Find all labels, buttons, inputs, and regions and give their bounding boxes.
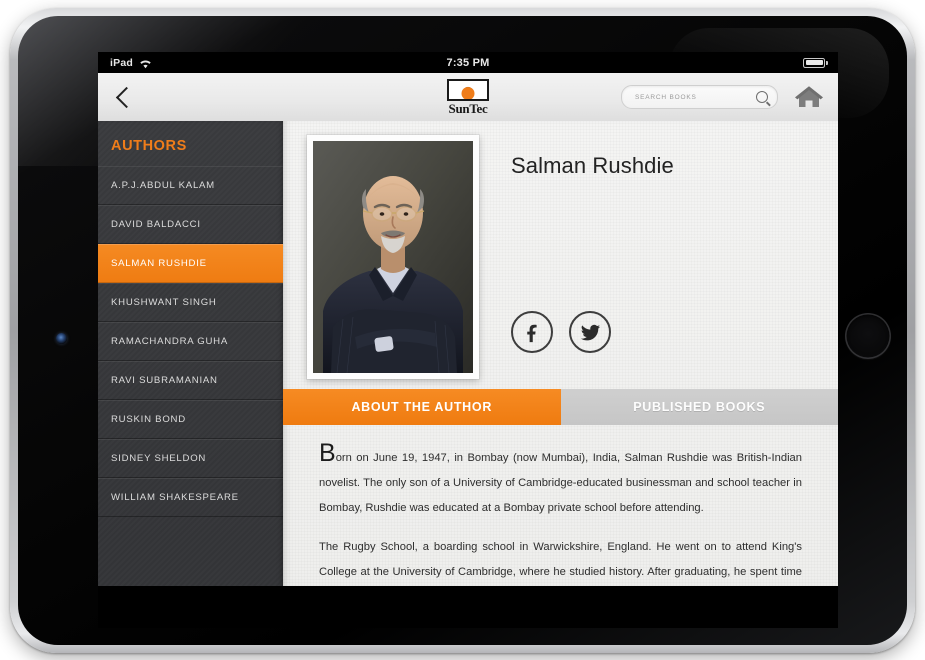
sidebar-item-author-0[interactable]: A.P.J.ABDUL KALAM	[98, 166, 283, 205]
sun-disc	[461, 87, 475, 99]
screenshot-root: iPad 7:35 PM SunTec SEARCH BOOKS AUTHORS…	[0, 0, 925, 660]
front-camera-icon	[56, 333, 67, 344]
suntec-logo[interactable]: SunTec	[443, 78, 493, 116]
sidebar-item-author-2[interactable]: SALMAN RUSHDIE	[98, 244, 283, 283]
author-hero: Salman Rushdie	[283, 121, 838, 389]
author-photo-frame	[307, 135, 479, 379]
suntec-sun-logo-icon	[447, 79, 489, 101]
search-input[interactable]	[633, 92, 749, 102]
app-body: AUTHORS A.P.J.ABDUL KALAM DAVID BALDACCI…	[98, 121, 838, 628]
twitter-icon[interactable]	[569, 311, 611, 353]
ios-status-bar: iPad 7:35 PM	[98, 52, 838, 73]
back-chevron-icon	[115, 86, 137, 108]
about-paragraph-1: Born on June 19, 1947, in Bombay (now Mu…	[319, 439, 802, 514]
author-name: Salman Rushdie	[511, 153, 674, 178]
sidebar-title: AUTHORS	[111, 138, 187, 154]
device-home-button[interactable]	[845, 313, 891, 359]
sidebar-item-author-7[interactable]: SIDNEY SHELDON	[98, 439, 283, 478]
sidebar-item-author-6[interactable]: RUSKIN BOND	[98, 400, 283, 439]
sidebar-item-author-5[interactable]: RAVI SUBRAMANIAN	[98, 361, 283, 400]
facebook-icon[interactable]	[511, 311, 553, 353]
back-button[interactable]	[112, 82, 140, 112]
sidebar-item-author-1[interactable]: DAVID BALDACCI	[98, 205, 283, 244]
tab-published-books[interactable]: PUBLISHED BOOKS	[560, 389, 838, 425]
logo-wordmark: SunTec	[448, 101, 488, 116]
tablet-screen: iPad 7:35 PM SunTec SEARCH BOOKS AUTHORS…	[98, 52, 838, 628]
home-icon[interactable]	[794, 84, 824, 110]
search-box[interactable]	[621, 85, 778, 109]
tablet-device-frame: iPad 7:35 PM SunTec SEARCH BOOKS AUTHORS…	[10, 8, 915, 653]
sidebar-item-author-8[interactable]: WILLIAM SHAKESPEARE	[98, 478, 283, 517]
battery-icon	[803, 57, 828, 68]
author-detail-panel: Salman Rushdie ABOUT THE AUTHOR PUBLISHE…	[283, 121, 838, 628]
content-tabs: ABOUT THE AUTHOR PUBLISHED BOOKS	[283, 389, 838, 425]
authors-list: A.P.J.ABDUL KALAM DAVID BALDACCI SALMAN …	[98, 166, 283, 517]
author-photo	[313, 141, 473, 373]
status-bar-clock: 7:35 PM	[446, 56, 490, 69]
screen-bottom-mask	[98, 586, 838, 628]
search-magnifier-icon[interactable]	[756, 91, 768, 103]
authors-sidebar: AUTHORS A.P.J.ABDUL KALAM DAVID BALDACCI…	[98, 121, 283, 628]
social-links	[511, 311, 611, 353]
app-navigation-bar: SunTec	[98, 73, 838, 122]
sidebar-item-author-4[interactable]: RAMACHANDRA GUHA	[98, 322, 283, 361]
sidebar-item-author-3[interactable]: KHUSHWANT SINGH	[98, 283, 283, 322]
tab-about-the-author[interactable]: ABOUT THE AUTHOR	[283, 389, 561, 425]
